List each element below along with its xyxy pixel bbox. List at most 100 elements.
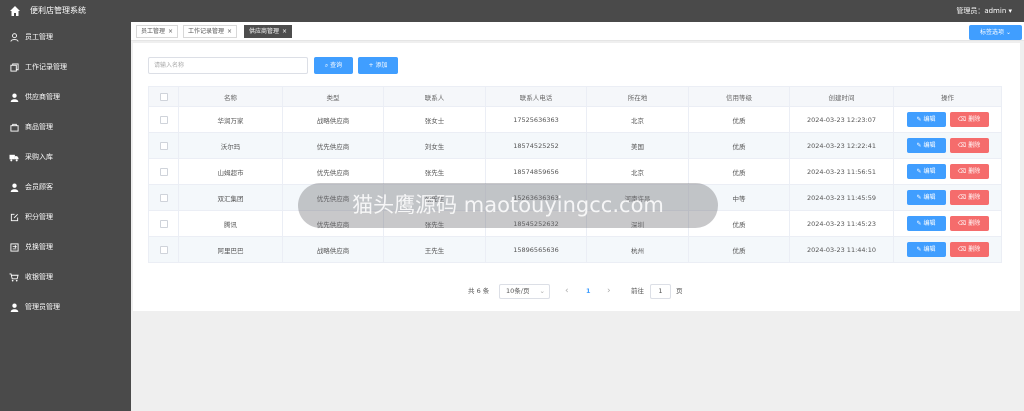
goto-page-input[interactable]: 1: [650, 284, 671, 299]
row-actions: ✎ 编辑 ⌫ 删除: [893, 106, 1002, 133]
sidebar-item-cashier[interactable]: 收银管理: [0, 262, 131, 292]
page-size-select[interactable]: 10条/页 ⌄: [499, 284, 550, 299]
table-cell: 优质: [688, 132, 790, 159]
admin-menu[interactable]: 管理员：admin ▾: [956, 5, 1012, 17]
table-cell: 优质: [688, 158, 790, 185]
table-header-row: 名称 类型 联系人 联系人电话 所在地 信用等级 创建时间 操作: [148, 86, 1002, 107]
exchange-icon: [7, 240, 21, 254]
supplier-table: 名称 类型 联系人 联系人电话 所在地 信用等级 创建时间 操作 华润万家 战略供…: [148, 86, 1002, 263]
row-checkbox[interactable]: [159, 193, 168, 202]
search-input[interactable]: [148, 57, 308, 74]
edit-square-icon: [7, 210, 21, 224]
sidebar-item-supplier[interactable]: 供应商管理: [0, 82, 131, 112]
table-cell: 张女士: [383, 106, 486, 133]
table-cell: 17525636363: [485, 106, 587, 133]
row-actions: ✎ 编辑 ⌫ 删除: [893, 158, 1002, 185]
row-select-cell[interactable]: [148, 236, 179, 263]
delete-button[interactable]: ⌫ 删除: [949, 164, 989, 179]
edit-button[interactable]: ✎ 编辑: [906, 242, 946, 257]
copy-icon: [7, 60, 21, 74]
row-actions: ✎ 编辑 ⌫ 删除: [893, 132, 1002, 159]
sidebar-item-label: 管理员管理: [25, 303, 60, 311]
edit-button[interactable]: ✎ 编辑: [906, 190, 946, 205]
sidebar-item-label: 供应商管理: [25, 93, 60, 101]
table-cell: 刘女生: [383, 132, 486, 159]
user-solid-icon: [7, 90, 21, 104]
query-button[interactable]: ⌕ 查询: [314, 57, 353, 74]
home-icon[interactable]: [9, 5, 21, 17]
row-checkbox[interactable]: [159, 219, 168, 228]
edit-button[interactable]: ✎ 编辑: [906, 112, 946, 127]
table-cell: 阿里巴巴: [178, 236, 283, 263]
table-cell: 战略供应商: [282, 236, 384, 263]
sidebar-item-work-record[interactable]: 工作记录管理: [0, 52, 131, 82]
sidebar-item-label: 采购入库: [25, 153, 53, 161]
sidebar-item-label: 员工管理: [25, 33, 53, 41]
app-title: 便利店管理系统: [30, 6, 86, 15]
sidebar-item-employee[interactable]: 员工管理: [0, 22, 131, 52]
select-all-checkbox[interactable]: [159, 92, 168, 101]
delete-button[interactable]: ⌫ 删除: [949, 138, 989, 153]
table-row[interactable]: 山姆超市 优先供应商 张先生 18574859656 北京 优质 2024-03-23 11…: [148, 158, 1002, 185]
row-select-cell[interactable]: [148, 132, 179, 159]
prev-page-button[interactable]: ‹: [565, 284, 569, 299]
delete-button[interactable]: ⌫ 删除: [949, 216, 989, 231]
table-cell: 华润万家: [178, 106, 283, 133]
table-cell: 2024-03-23 11:44:10: [789, 236, 894, 263]
next-page-button[interactable]: ›: [607, 284, 611, 299]
table-row[interactable]: 沃尔玛 优先供应商 刘女生 18574525252 美国 优质 2024-03-23 12:…: [148, 132, 1002, 159]
sidebar-item-label: 会员顾客: [25, 183, 53, 191]
goto-label: 前往: [631, 287, 644, 295]
sidebar-item-exchange[interactable]: 兑换管理: [0, 232, 131, 262]
row-checkbox[interactable]: [159, 245, 168, 254]
row-checkbox[interactable]: [159, 115, 168, 124]
delete-button[interactable]: ⌫ 删除: [949, 190, 989, 205]
user-solid-icon: [7, 300, 21, 314]
row-actions: ✎ 编辑 ⌫ 删除: [893, 210, 1002, 237]
table-cell: 双汇集团: [178, 184, 283, 211]
column-header: 操作: [893, 86, 1002, 107]
table-cell: 18574525252: [485, 132, 587, 159]
watermark-banner: 猫头鹰源码 maotouyingcc.com: [298, 183, 718, 228]
row-select-cell[interactable]: [148, 158, 179, 185]
sidebar-item-label: 工作记录管理: [25, 63, 67, 71]
row-select-cell[interactable]: [148, 106, 179, 133]
add-button[interactable]: + 添加: [358, 57, 398, 74]
query-label: 查询: [330, 62, 343, 69]
goods-icon: [7, 120, 21, 134]
column-header: 名称: [178, 86, 283, 107]
page-size-value: 10条/页: [506, 287, 530, 295]
column-header: 创建时间: [789, 86, 894, 107]
table-row[interactable]: 阿里巴巴 战略供应商 王先生 15896565636 杭州 优质 2024-03-23 11…: [148, 236, 1002, 263]
column-header: 信用等级: [688, 86, 790, 107]
sidebar-item-goods[interactable]: 商品管理: [0, 112, 131, 142]
sidebar-item-admin[interactable]: 管理员管理: [0, 292, 131, 322]
table-cell: 优先供应商: [282, 132, 384, 159]
edit-button[interactable]: ✎ 编辑: [906, 216, 946, 231]
row-checkbox[interactable]: [159, 141, 168, 150]
row-select-cell[interactable]: [148, 210, 179, 237]
edit-button[interactable]: ✎ 编辑: [906, 164, 946, 179]
row-select-cell[interactable]: [148, 184, 179, 211]
column-header: 所在地: [586, 86, 689, 107]
table-cell: 优质: [688, 236, 790, 263]
row-actions: ✎ 编辑 ⌫ 删除: [893, 184, 1002, 211]
table-cell: 美国: [586, 132, 689, 159]
edit-button[interactable]: ✎ 编辑: [906, 138, 946, 153]
truck-icon: [7, 150, 21, 164]
table-cell: 2024-03-23 11:56:51: [789, 158, 894, 185]
column-header: 类型: [282, 86, 384, 107]
delete-button[interactable]: ⌫ 删除: [949, 112, 989, 127]
table-cell: 优质: [688, 106, 790, 133]
row-checkbox[interactable]: [159, 167, 168, 176]
sidebar-item-member[interactable]: 会员顾客: [0, 172, 131, 202]
table-row[interactable]: 华润万家 战略供应商 张女士 17525636363 北京 优质 2024-03-23 12…: [148, 106, 1002, 133]
table-cell: 2024-03-23 12:23:07: [789, 106, 894, 133]
sidebar-item-purchase[interactable]: 采购入库: [0, 142, 131, 172]
delete-button[interactable]: ⌫ 删除: [949, 242, 989, 257]
sidebar-item-label: 收银管理: [25, 273, 53, 281]
page-number-current[interactable]: 1: [586, 284, 591, 299]
table-cell: 山姆超市: [178, 158, 283, 185]
sidebar-item-points[interactable]: 积分管理: [0, 202, 131, 232]
select-all-cell[interactable]: [148, 86, 179, 107]
